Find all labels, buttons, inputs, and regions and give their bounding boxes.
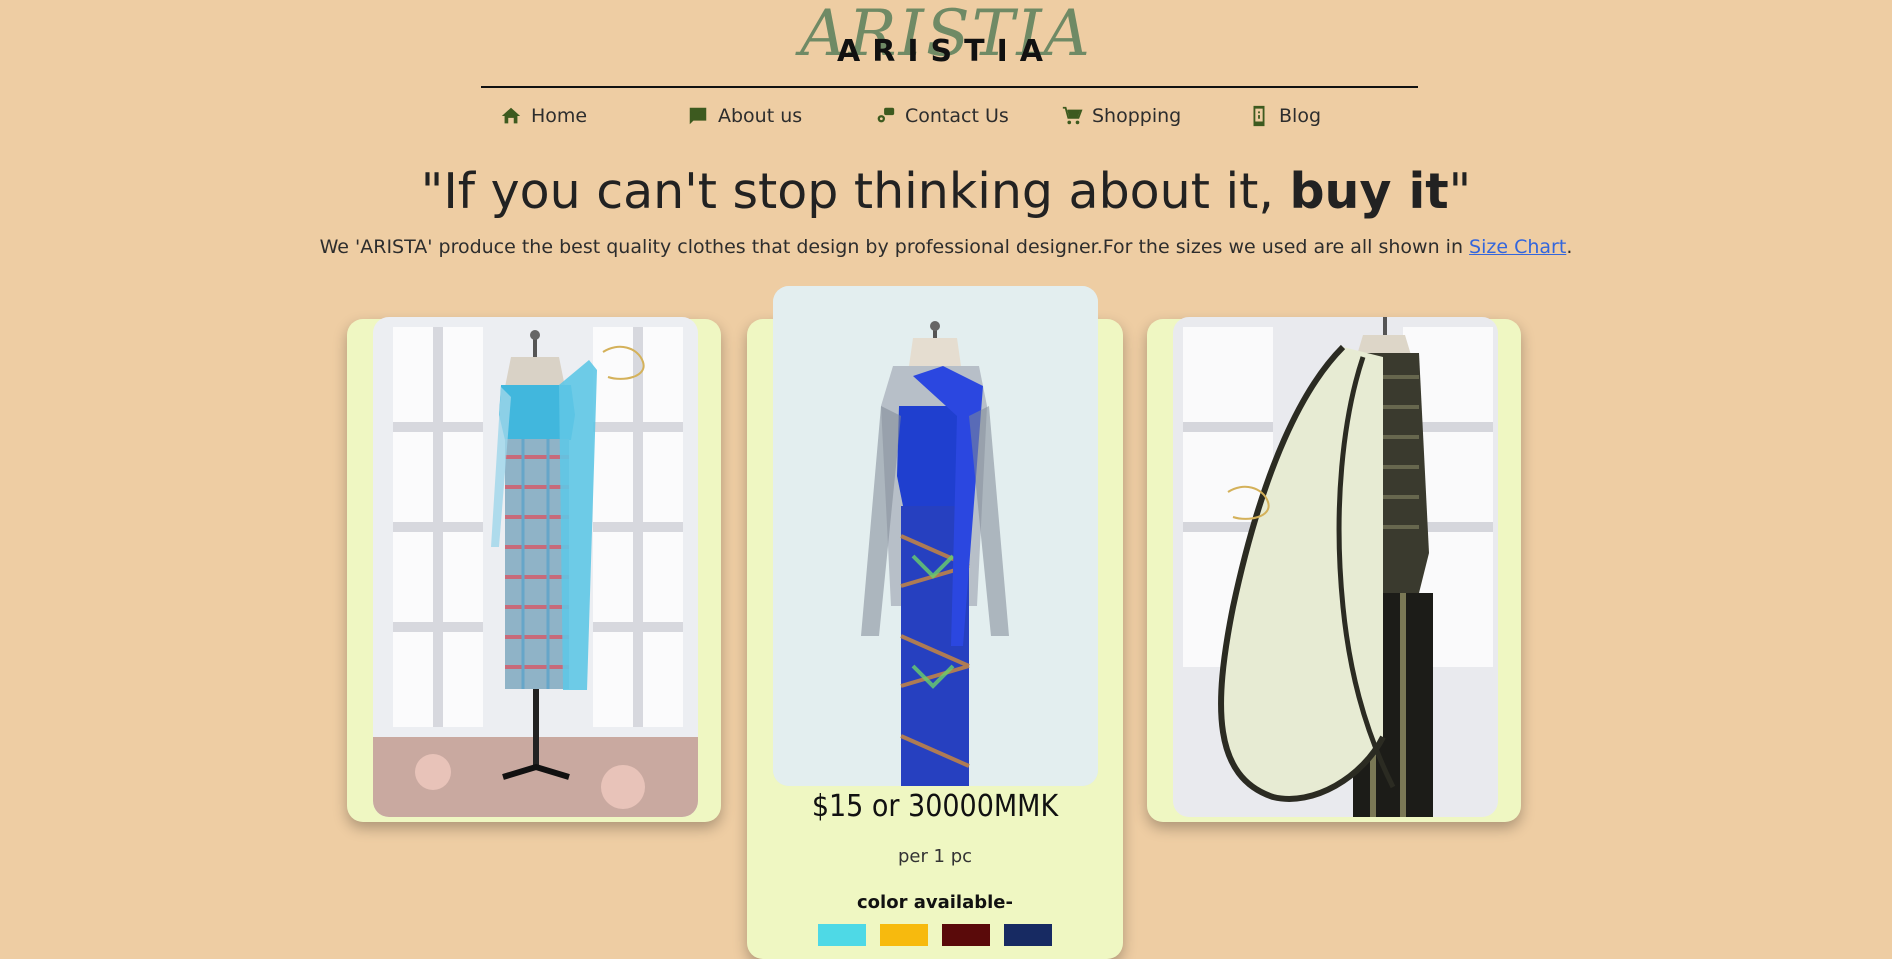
main-nav: Home About us Contact Us Shopping Blog xyxy=(500,98,1435,134)
product-unit: per 1 pc xyxy=(897,846,973,867)
product-card[interactable] xyxy=(1147,317,1521,822)
subtitle-end: . xyxy=(1566,236,1573,258)
color-swatch[interactable] xyxy=(942,924,990,946)
nav-item-label: Shopping xyxy=(1092,105,1182,127)
size-chart-link[interactable]: Size Chart xyxy=(1469,236,1566,258)
nav-item-about[interactable]: About us xyxy=(687,98,874,134)
nav-item-label: About us xyxy=(718,105,803,127)
royal-blue-dress-photo xyxy=(773,286,1098,786)
nav-item-label: Home xyxy=(531,105,588,127)
cart-icon xyxy=(1062,106,1083,125)
color-available-label: color available- xyxy=(857,892,1013,913)
nav-item-blog[interactable]: Blog xyxy=(1248,98,1435,134)
product-card[interactable] xyxy=(347,317,721,822)
nav-item-label: Blog xyxy=(1279,105,1321,127)
product-card-featured[interactable]: $15 or 30000MMK per 1 pc color available… xyxy=(747,286,1123,959)
page-subtitle: We 'ARISTA' produce the best quality clo… xyxy=(0,232,1892,262)
logo-block-text: ARISTIA xyxy=(837,34,1055,69)
contact-icon xyxy=(877,107,895,123)
phone-icon xyxy=(1253,105,1265,127)
nav-item-contact[interactable]: Contact Us xyxy=(874,98,1061,134)
product-image[interactable] xyxy=(1173,317,1498,817)
color-swatch[interactable] xyxy=(1004,924,1052,946)
product-image[interactable] xyxy=(773,286,1098,786)
subtitle-text: We 'ARISTA' produce the best quality clo… xyxy=(319,236,1470,258)
home-icon xyxy=(501,107,521,124)
product-price: $15 or 30000MMK xyxy=(811,789,1059,824)
logo[interactable]: ARISTIA ARISTIA xyxy=(0,0,1892,80)
turquoise-dress-photo xyxy=(373,317,698,817)
chat-icon xyxy=(689,107,707,125)
nav-item-home[interactable]: Home xyxy=(500,98,687,134)
headline-bold-text: buy it xyxy=(1289,163,1449,220)
nav-item-shopping[interactable]: Shopping xyxy=(1061,98,1248,134)
color-swatch[interactable] xyxy=(818,924,866,946)
page-headline: "If you can't stop thinking about it, bu… xyxy=(0,160,1892,224)
black-cream-dress-photo xyxy=(1173,317,1498,817)
header-divider xyxy=(481,86,1418,88)
nav-item-label: Contact Us xyxy=(905,105,1009,127)
headline-close-quote: " xyxy=(1448,163,1472,220)
product-image[interactable] xyxy=(373,317,698,817)
color-swatch[interactable] xyxy=(880,924,928,946)
headline-text: "If you can't stop thinking about it, xyxy=(420,163,1290,220)
